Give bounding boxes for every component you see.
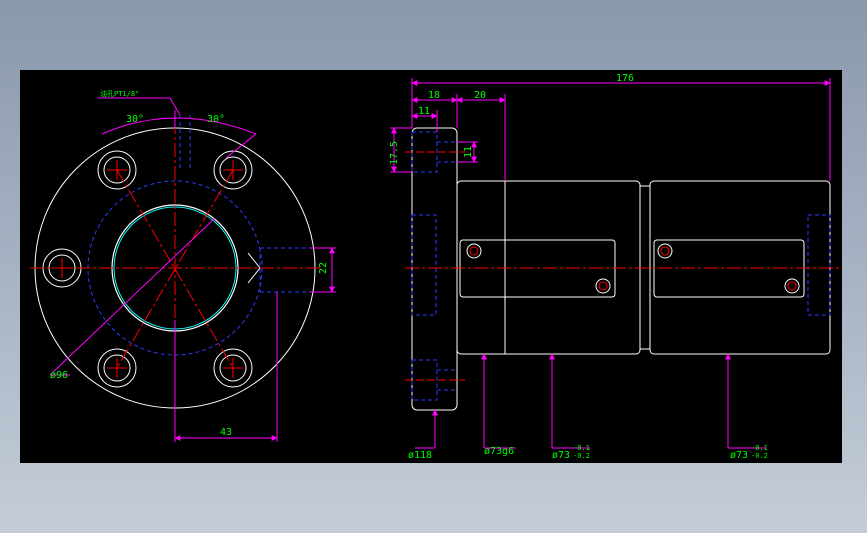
side-view: 176 18 20 11 17.5 11 ø118 ø73g6 ø73 -0.1… [389,73,840,461]
body-dia-1-tol-upper: -0.1 [573,444,590,452]
body-dia-2-label: ø73 [730,450,748,461]
body-dia-2-tol-upper: -0.1 [751,444,768,452]
angle-right-label: 30° [207,114,225,125]
oil-hole-note: 油孔PT1/8" [100,89,139,98]
pcd-leader [49,217,216,376]
body-dia-2-tol-lower: -0.2 [751,452,768,460]
offset-dimension [174,292,278,442]
front-view: 30° 30° 油孔PT1/8" ø96 43 22 [30,89,336,442]
pilot-dia-label: ø73g6 [484,446,514,457]
port-height-label: 22 [318,262,329,274]
body-dia-1-tol-lower: -0.2 [573,452,590,460]
pcd-dia-label: ø96 [50,370,68,381]
side-hidden-lines [411,131,831,401]
ball-screw-nut-drawing: 30° 30° 油孔PT1/8" ø96 43 22 176 18 20 11 … [30,73,840,461]
overall-length-label: 176 [616,73,634,84]
offset-label: 43 [220,427,232,438]
side-flange [411,127,458,411]
angle-left-label: 30° [126,114,144,125]
oil-port-hidden [179,115,310,293]
cbore-dia-label: 11 [463,146,474,158]
body-dia-1-label: ø73 [552,450,570,461]
side-bottom-leaders [415,353,766,449]
hole-position-label: 17.5 [389,141,400,165]
step-length-label: 20 [474,90,486,101]
flange-dia-label: ø118 [408,450,432,461]
cbore-depth-label: 11 [418,106,430,117]
flange-thickness-label: 18 [428,90,440,101]
cad-drawing-canvas: 30° 30° 油孔PT1/8" ø96 43 22 176 18 20 11 … [20,70,842,463]
